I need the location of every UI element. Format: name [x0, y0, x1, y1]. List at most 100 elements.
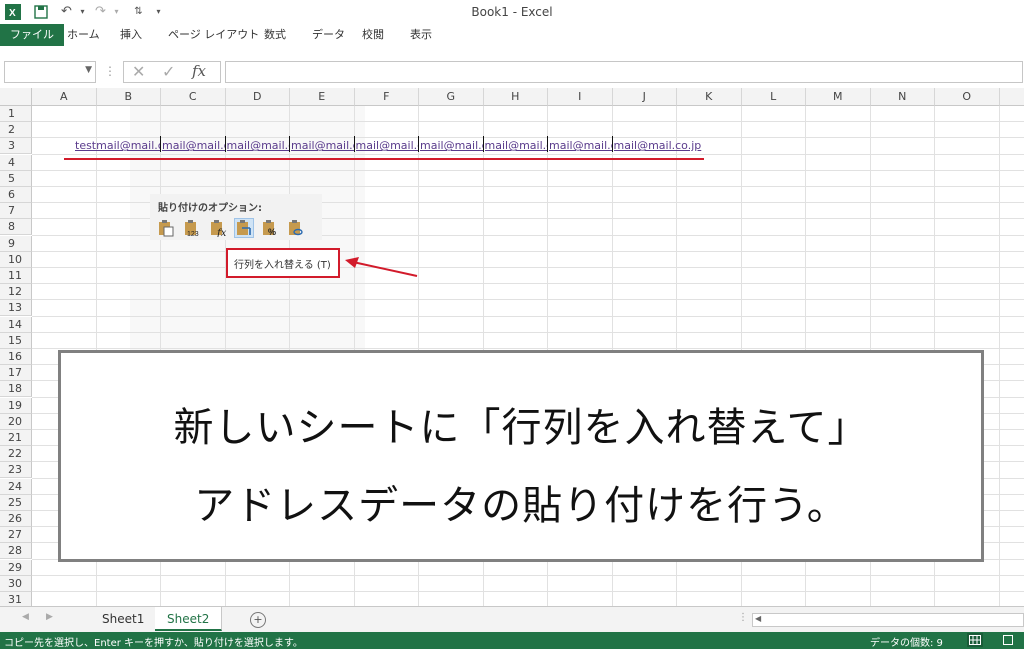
row-header[interactable]: 22	[0, 446, 32, 463]
cancel-icon[interactable]: ✕	[132, 62, 145, 81]
normal-view-icon[interactable]	[967, 633, 983, 647]
scroll-left-icon[interactable]: ◀	[22, 612, 29, 622]
column-header[interactable]: I	[548, 88, 613, 106]
row-header[interactable]: 30	[0, 575, 32, 592]
select-all-corner[interactable]	[0, 88, 32, 106]
tab-file[interactable]: ファイル	[0, 24, 64, 46]
gridline	[32, 331, 1024, 333]
svg-text:123: 123	[187, 231, 199, 237]
tab-insert[interactable]: 挿入	[110, 24, 152, 46]
gridline	[32, 283, 1024, 285]
row-header[interactable]: 29	[0, 559, 32, 576]
paste-link-icon[interactable]	[286, 218, 306, 238]
row-header[interactable]: 26	[0, 511, 32, 527]
row-header[interactable]: 27	[0, 527, 32, 544]
tab-data[interactable]: データ	[302, 24, 355, 46]
row-header[interactable]: 19	[0, 397, 32, 414]
paste-options-panel: 貼り付けのオプション: 123 fx %	[150, 194, 322, 240]
row-header[interactable]: 10	[0, 251, 32, 268]
gridline	[998, 106, 1000, 606]
paste-icon[interactable]	[156, 218, 176, 238]
row-header[interactable]: 25	[0, 494, 32, 511]
tab-home[interactable]: ホーム	[57, 24, 110, 46]
tooltip-text: 行列を入れ替える (T)	[234, 260, 331, 271]
tab-view[interactable]: 表示	[400, 24, 442, 46]
row-header[interactable]: 18	[0, 381, 32, 398]
email-cell[interactable]: testmail@mail.co.jp	[75, 139, 161, 153]
row-header[interactable]: 6	[0, 187, 32, 203]
row-header[interactable]: 21	[0, 430, 32, 446]
column-header[interactable]: D	[225, 88, 290, 106]
email-cell[interactable]: mail@mail.co.jp	[614, 139, 704, 153]
column-header[interactable]: O	[935, 88, 1000, 106]
row-header[interactable]: 4	[0, 154, 32, 171]
gridline	[32, 250, 1024, 252]
sheet-tab-sheet2[interactable]: Sheet2	[155, 607, 223, 631]
row-header[interactable]: 2	[0, 122, 32, 139]
paste-values-icon[interactable]: 123	[182, 218, 202, 238]
status-count: データの個数: 9	[870, 638, 943, 649]
column-header[interactable]: A	[32, 88, 97, 106]
tab-review[interactable]: 校閲	[352, 24, 394, 46]
row-header[interactable]: 31	[0, 592, 32, 606]
copy-border-mark	[611, 136, 613, 153]
row-header[interactable]: 15	[0, 332, 32, 349]
gridline	[32, 186, 1024, 187]
horizontal-scrollbar[interactable]: ◀	[752, 613, 1024, 627]
column-header[interactable]: H	[483, 88, 548, 106]
column-header[interactable]: L	[741, 88, 806, 106]
column-header[interactable]: M	[806, 88, 871, 106]
row-header[interactable]: 14	[0, 316, 32, 333]
column-header[interactable]: B	[96, 88, 161, 106]
worksheet-grid[interactable]: ABCDEFGHIJKLMNO 1 2 3 4 5 6 7 8 9 10 11 12 13 14 15 16 1…	[0, 88, 1024, 606]
column-header[interactable]: J	[612, 88, 677, 106]
tab-formulas[interactable]: 数式	[254, 24, 296, 46]
paste-formulas-icon[interactable]: fx	[208, 218, 228, 238]
email-cell[interactable]: mail@mail.co.jp	[420, 139, 484, 153]
scroll-left-arrow-icon[interactable]: ◀	[755, 614, 761, 623]
column-header[interactable]: E	[290, 88, 355, 106]
email-cell[interactable]: mail@mail.co.jp	[356, 139, 420, 153]
row-header[interactable]: 1	[0, 106, 32, 122]
row-header[interactable]: 12	[0, 284, 32, 301]
page-layout-view-icon[interactable]	[1000, 633, 1016, 647]
row-header[interactable]: 3	[0, 138, 32, 155]
row-header[interactable]: 23	[0, 462, 32, 479]
function-icon[interactable]: fx	[192, 62, 206, 80]
row-header[interactable]: 11	[0, 268, 32, 284]
chevron-down-icon[interactable]: ▼	[85, 65, 92, 75]
row-header[interactable]: 7	[0, 203, 32, 220]
column-header[interactable]: F	[354, 88, 419, 106]
email-cell[interactable]: mail@mail.co.jp	[485, 139, 549, 153]
email-cell[interactable]: mail@mail.co.jp	[162, 139, 226, 153]
row-header[interactable]: 16	[0, 349, 32, 365]
paste-transpose-icon[interactable]	[234, 218, 254, 238]
formula-input[interactable]	[225, 61, 1023, 83]
row-header[interactable]: 24	[0, 478, 32, 495]
column-header[interactable]: N	[870, 88, 935, 106]
row-header[interactable]: 17	[0, 365, 32, 382]
sheet-tab-sheet1[interactable]: Sheet1	[90, 607, 158, 631]
column-header[interactable]: K	[677, 88, 742, 106]
row-header[interactable]: 20	[0, 413, 32, 430]
tab-page-layout[interactable]: ページ レイアウト	[158, 24, 269, 46]
row-header[interactable]: 28	[0, 543, 32, 560]
column-header[interactable]: C	[161, 88, 226, 106]
scroll-right-icon[interactable]: ▶	[46, 612, 53, 622]
row-header[interactable]: 5	[0, 170, 32, 187]
row-header[interactable]: 13	[0, 300, 32, 317]
email-cell[interactable]: mail@mail.co.jp	[291, 139, 355, 153]
copy-border-mark	[224, 136, 226, 153]
row-header[interactable]: 8	[0, 219, 32, 236]
row-header[interactable]: 9	[0, 235, 32, 252]
formula-buttons: ✕ ✓ fx	[123, 61, 221, 83]
add-sheet-icon[interactable]: +	[250, 612, 266, 628]
gridline	[32, 137, 1024, 139]
gridline	[32, 267, 1024, 268]
email-cell[interactable]: mail@mail.co.jp	[549, 139, 613, 153]
paste-formatting-icon[interactable]: %	[260, 218, 280, 238]
enter-icon[interactable]: ✓	[162, 62, 175, 81]
column-header[interactable]: G	[419, 88, 484, 106]
email-cell[interactable]: mail@mail.co.jp	[227, 139, 291, 153]
name-box[interactable]: ▼	[4, 61, 96, 83]
